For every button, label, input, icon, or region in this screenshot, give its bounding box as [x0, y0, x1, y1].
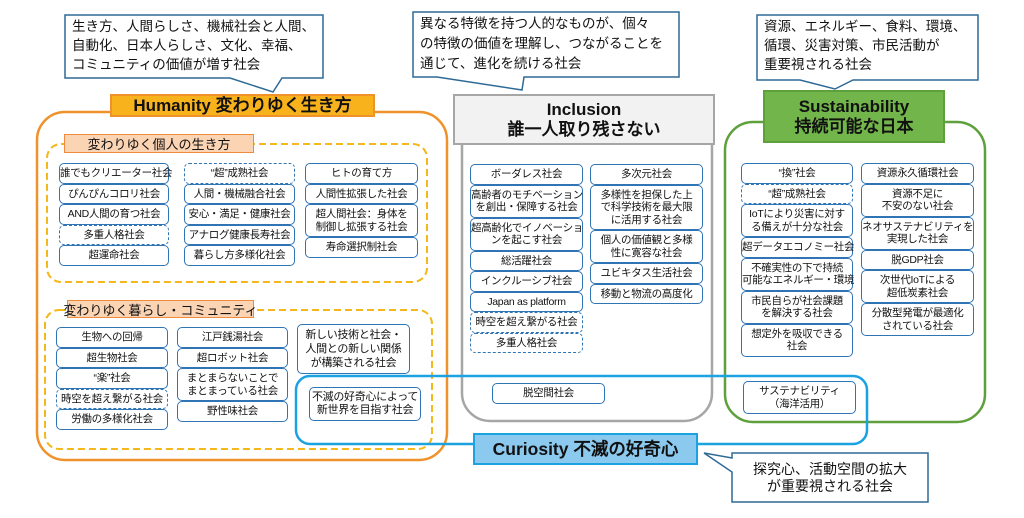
- sustainability-column-2: 資源永久循環社会 資源不足に 不安のない社会 ネオサステナビリティを 実現した社会脱…: [861, 163, 974, 336]
- society-item: ボーダレス社会: [470, 164, 583, 185]
- society-item: 高齢者のモチベーション を創出・保障する社会: [470, 184, 583, 218]
- curiosity-humanity-overlap-column: 不滅の好奇心によって 新世界を目指す社会: [309, 387, 421, 421]
- inclusion-column-2: 多次元社会 多様性を担保した上 で科学技術を最大限 に活用する社会 個人の価値観と多…: [590, 164, 703, 304]
- society-item: 次世代IoTによる 超低炭素社会: [861, 270, 974, 303]
- society-item: 超生物社会: [56, 347, 168, 368]
- society-item: 個人の価値観と多様 性に寛容な社会: [590, 230, 703, 263]
- society-item: 移動と物流の高度化: [590, 283, 703, 304]
- sustainability-title: Sustainability 持続可能な日本: [763, 90, 945, 143]
- humanity-individual-column-2: “超”成熟社会 人間・機械融合社会 安心・満足・健康社会 アナログ健康長寿社会 暮らし方…: [184, 163, 295, 266]
- humanity-callout-text: 生き方、人間らしさ、機械社会と人間、 自動化、日本人らしさ、文化、幸福、 コミュ…: [72, 19, 315, 72]
- society-item: 不確実性の下で持続 可能なエネルギー・環境: [741, 257, 855, 291]
- inclusion-column-1: ボーダレス社会 高齢者のモチベーション を創出・保障する社会 超高齢化でイノベーショ…: [470, 164, 583, 353]
- society-item: 多重人格社会: [59, 224, 169, 245]
- society-item: Japan as platform: [470, 291, 583, 312]
- society-item: 想定外を吸収できる 社会: [741, 323, 853, 357]
- society-item: 分散型発電が最適化 されている社会: [861, 303, 974, 336]
- society-item: まとまらないことで まとまっている社会: [177, 368, 288, 401]
- humanity-community-column-3: 新しい技術と社会・ 人間との新しい関係 が構築される社会: [297, 324, 410, 374]
- society-item: 新しい技術と社会・ 人間との新しい関係 が構築される社会: [297, 324, 410, 374]
- society-item: 多様性を担保した上 で科学技術を最大限 に活用する社会: [590, 184, 703, 230]
- society-item: サステナビリティ （海洋活用）: [743, 381, 856, 414]
- society-item: 誰でもクリエーター社会: [59, 163, 173, 184]
- curiosity-title: Curiosity 不滅の好奇心: [473, 433, 698, 465]
- society-item: 資源不足に 不安のない社会: [861, 183, 974, 217]
- humanity-title: Humanity 変わりゆく生き方: [110, 94, 375, 117]
- society-item: AND人間の育つ社会: [59, 204, 169, 225]
- sustainability-column-1: “換”社会 “超”成熟社会 IoTにより災害に対す る備えが十分な社会 超データエコノ…: [741, 163, 855, 357]
- society-item: “超”成熟社会: [184, 163, 295, 184]
- inclusion-title: Inclusion 誰一人取り残さない: [453, 94, 715, 145]
- society-item: 超運命社会: [59, 245, 169, 266]
- society-item: 不滅の好奇心によって 新世界を目指す社会: [309, 387, 421, 421]
- society-item: 市民自らが社会課題 を解決する社会: [741, 290, 853, 324]
- curiosity-callout-text: 探究心、活動空間の拡大 が重要視される社会: [753, 461, 907, 494]
- society-item: ネオサステナビリティを 実現した社会: [861, 216, 974, 250]
- society-item: 多重人格社会: [470, 332, 583, 353]
- sustainability-callout-text: 資源、エネルギー、食料、環境、 循環、災害対策、市民活動が 重要視される社会: [764, 19, 967, 72]
- society-item: 脱空間社会: [492, 383, 605, 404]
- society-item: 超高齢化でイノベーショ ンを起こす社会: [470, 217, 583, 251]
- inclusion-callout-text: 異なる特徴を持つ人的なものが、個々 の特徴の価値を理解し、つながることを 通じて…: [420, 16, 663, 71]
- society-item: 安心・満足・健康社会: [184, 204, 295, 225]
- curiosity-inclusion-overlap-column: 脱空間社会: [492, 383, 605, 404]
- society-item: 時空を超え繋がる社会: [56, 388, 168, 409]
- society-item: 多次元社会: [590, 164, 703, 185]
- humanity-individual-column-3: ヒトの育て方 人間性拡張した社会 超人間社会：身体を 制御し拡張する社会 寿命選択制社…: [305, 163, 418, 258]
- society-item: ぴんぴんコロリ社会: [59, 183, 169, 204]
- society-item: アナログ健康長寿社会: [184, 224, 295, 245]
- humanity-community-column-2: 江戸銭湯社会 超ロボット社会 まとまらないことで まとまっている社会 野性味社会: [177, 327, 288, 422]
- humanity-individual-column-1: 誰でもクリエーター社会 ぴんぴんコロリ社会 AND人間の育つ社会 多重人格社会 超運命社…: [59, 163, 173, 266]
- society-item: 超ロボット社会: [177, 347, 288, 368]
- society-item: “超”成熟社会: [741, 183, 853, 204]
- curiosity-sustainability-overlap-column: サステナビリティ （海洋活用）: [743, 381, 856, 414]
- humanity-community-column-1: 生物への回帰 超生物社会 “楽”社会 時空を超え繋がる社会 労働の多様化社会: [56, 327, 168, 430]
- society-item: インクルーシブ社会: [470, 271, 583, 292]
- society-item: 時空を超え繋がる社会: [470, 312, 583, 333]
- society-item: 人間・機械融合社会: [184, 183, 295, 204]
- humanity-individual-section-label: 変わりゆく個人の生き方: [64, 134, 254, 153]
- society-item: 総活躍社会: [470, 250, 583, 271]
- society-item: 超人間社会：身体を 制御し拡張する社会: [305, 204, 418, 237]
- society-item: 人間性拡張した社会: [305, 183, 418, 204]
- society-item: ヒトの育て方: [305, 163, 418, 184]
- society-item: 超データエコノミー社会: [741, 237, 855, 258]
- society-item: ユビキタス生活社会: [590, 263, 703, 284]
- humanity-community-section-label: 変わりゆく暮らし・コミュニティ: [63, 300, 258, 318]
- society-item: 野性味社会: [177, 401, 288, 422]
- society-item: 脱GDP社会: [861, 249, 974, 270]
- society-item: 資源永久循環社会: [861, 163, 974, 184]
- society-item: 生物への回帰: [56, 327, 168, 348]
- society-item: 暮らし方多様化社会: [184, 245, 295, 266]
- society-item: 江戸銭湯社会: [177, 327, 288, 348]
- society-item: 寿命選択制社会: [305, 237, 418, 258]
- society-item: “楽”社会: [56, 368, 168, 389]
- society-item: “換”社会: [741, 163, 853, 184]
- society-item: IoTにより災害に対す る備えが十分な社会: [741, 204, 853, 237]
- society-item: 労働の多様化社会: [56, 409, 168, 430]
